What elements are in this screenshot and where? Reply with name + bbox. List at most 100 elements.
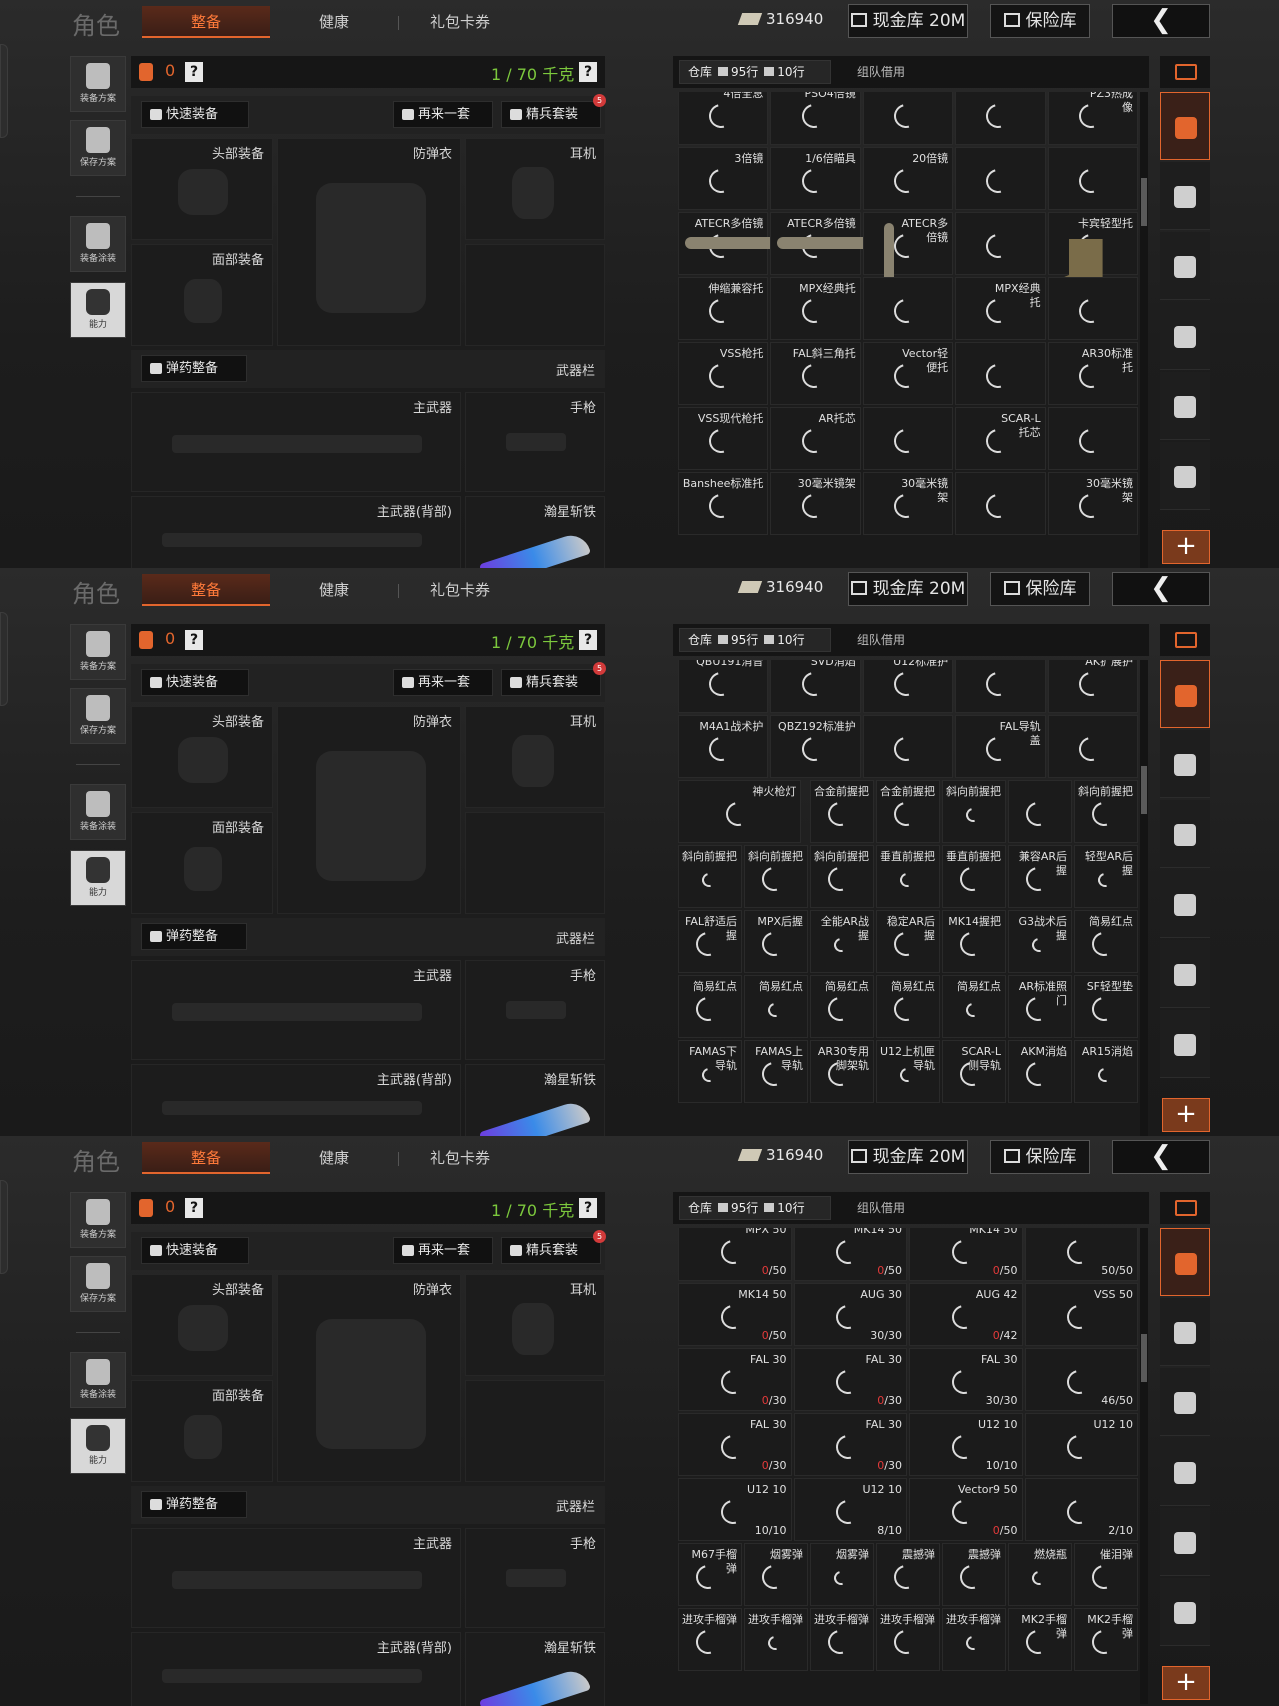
warehouse-item[interactable]: AR30专用 脚架轨	[810, 1040, 874, 1103]
warehouse-tab[interactable]: 仓库 95行 10行	[679, 60, 831, 84]
back-button[interactable]: ❮	[1112, 1140, 1210, 1174]
warehouse-tab[interactable]: 仓库 95行 10行	[679, 628, 831, 652]
warehouse-item[interactable]: 催泪弹	[1074, 1543, 1138, 1606]
ability-button[interactable]: 能力	[70, 850, 126, 906]
sort-button[interactable]	[1160, 624, 1210, 656]
help-icon[interactable]: ?	[185, 1198, 203, 1218]
warehouse-item[interactable]: VSS 50	[1024, 1283, 1138, 1346]
skin-button[interactable]: 装备涂装	[70, 784, 126, 840]
warehouse-item[interactable]: U12标准护	[862, 660, 954, 713]
category-tab-armor[interactable]	[1160, 1578, 1210, 1646]
warehouse-item[interactable]: 烟雾弹	[744, 1543, 808, 1606]
category-tab-magazine[interactable]	[1160, 1438, 1210, 1506]
tab-health[interactable]: 健康	[270, 6, 398, 38]
warehouse-item[interactable]: 伸缩兼容托	[678, 277, 769, 340]
warehouse-item[interactable]	[1047, 147, 1138, 210]
loadout-plan-button[interactable]: 装备方案	[70, 56, 126, 112]
warehouse-item[interactable]: SF轻型垫	[1074, 975, 1138, 1038]
warehouse-item[interactable]: MK14 50 0/50	[793, 1228, 907, 1281]
add-category-button[interactable]: +	[1162, 530, 1210, 564]
ear-slot[interactable]: 耳机	[465, 1274, 605, 1376]
warehouse-tab[interactable]: 仓库 95行 10行	[679, 1196, 831, 1220]
warehouse-item[interactable]: FAL舒适后 握	[678, 910, 742, 973]
face-slot[interactable]: 面部装备	[131, 244, 273, 346]
warehouse-item[interactable]	[955, 147, 1046, 210]
warehouse-item[interactable]	[955, 342, 1046, 405]
warehouse-item[interactable]: FAL 30 0/30	[678, 1348, 792, 1411]
weight-help-icon[interactable]: ?	[579, 62, 597, 82]
warehouse-item[interactable]: FAL导轨 盖	[955, 715, 1046, 778]
warehouse-item[interactable]: 垂直前握把	[942, 845, 1006, 908]
scroll-thumb[interactable]	[1141, 766, 1147, 814]
quick-equip-button[interactable]: 快速装备	[141, 669, 249, 696]
warehouse-item[interactable]	[1047, 715, 1138, 778]
category-tab-backpack[interactable]	[1160, 92, 1210, 160]
warehouse-item[interactable]: ATECR多倍镜	[770, 212, 886, 275]
warehouse-item[interactable]: MK14握把	[942, 910, 1006, 973]
warehouse-item[interactable]: FAMAS下 导轨	[678, 1040, 742, 1103]
category-tab-rifle[interactable]	[1160, 1368, 1210, 1436]
ability-button[interactable]: 能力	[70, 282, 126, 338]
warehouse-item[interactable]: 进攻手榴弹	[678, 1608, 742, 1671]
primary-back-slot[interactable]: 主武器(背部)	[131, 1632, 461, 1706]
face-slot[interactable]: 面部装备	[131, 1380, 273, 1482]
head-slot[interactable]: 头部装备	[131, 706, 273, 808]
category-tab-helmet[interactable]	[1160, 1298, 1210, 1366]
warehouse-item[interactable]: 20倍镜	[862, 147, 954, 210]
warehouse-scrollbar[interactable]	[1140, 1228, 1148, 1704]
armor-slot[interactable]: 防弹衣	[277, 138, 461, 346]
warehouse-item[interactable]: MPX后握	[744, 910, 808, 973]
warehouse-item[interactable]	[955, 212, 1046, 275]
warehouse-item[interactable]: AR15消焰	[1074, 1040, 1138, 1103]
warehouse-item[interactable]: U12 10 10/10	[678, 1478, 792, 1541]
category-tab-backpack[interactable]	[1160, 660, 1210, 728]
help-icon[interactable]: ?	[185, 62, 203, 82]
tab-gift-coupons[interactable]: 礼包卡券	[398, 574, 522, 606]
weight-help-icon[interactable]: ?	[579, 1198, 597, 1218]
warehouse-item[interactable]: Vector9 50 0/50	[909, 1478, 1023, 1541]
warehouse-item[interactable]: MK14 50 0/50	[678, 1283, 792, 1346]
warehouse-item[interactable]: M67手榴 弹	[678, 1543, 742, 1606]
warehouse-item[interactable]: PZ3热成 像	[1047, 92, 1138, 145]
warehouse-item[interactable]: 简易红点	[810, 975, 874, 1038]
pistol-slot[interactable]: 手枪	[465, 392, 605, 492]
head-slot[interactable]: 头部装备	[131, 138, 273, 240]
ear-slot[interactable]: 耳机	[465, 138, 605, 240]
back-button[interactable]: ❮	[1112, 4, 1210, 38]
warehouse-item[interactable]: 稳定AR后 握	[876, 910, 940, 973]
warehouse-item[interactable]: 合金前握把	[810, 780, 874, 843]
melee-slot[interactable]: 瀚星斩铁	[465, 496, 605, 568]
warehouse-item[interactable]: Banshee标准托	[678, 472, 769, 535]
pistol-slot[interactable]: 手枪	[465, 960, 605, 1060]
tab-loadout[interactable]: 整备	[142, 574, 270, 606]
warehouse-item[interactable]: 卡宾轻型托	[1047, 212, 1138, 299]
warehouse-item[interactable]: 3倍镜	[678, 147, 769, 210]
warehouse-item[interactable]	[862, 715, 954, 778]
elite-set-button[interactable]: 精兵套装 5	[501, 1230, 606, 1264]
warehouse-item[interactable]: MK14 50 0/50	[909, 1228, 1023, 1281]
warehouse-item[interactable]: AR托芯	[770, 407, 861, 470]
tab-health[interactable]: 健康	[270, 1142, 398, 1174]
warehouse-item[interactable]: QBZ192标准护	[770, 715, 861, 778]
save-plan-button[interactable]: 保存方案	[70, 120, 126, 176]
warehouse-item[interactable]: 简易红点	[678, 975, 742, 1038]
scroll-thumb[interactable]	[1141, 178, 1147, 226]
warehouse-item[interactable]	[1047, 277, 1138, 340]
warehouse-item[interactable]: 兼容AR后 握	[1008, 845, 1072, 908]
warehouse-item[interactable]	[862, 277, 954, 340]
category-tab-bullet[interactable]	[1160, 372, 1210, 440]
tab-gift-coupons[interactable]: 礼包卡券	[398, 6, 522, 38]
pistol-slot[interactable]: 手枪	[465, 1528, 605, 1628]
warehouse-item[interactable]	[955, 472, 1046, 535]
tab-gift-coupons[interactable]: 礼包卡券	[398, 1142, 522, 1174]
scroll-thumb[interactable]	[1141, 1334, 1147, 1382]
warehouse-item[interactable]: AKM消焰	[1008, 1040, 1072, 1103]
left-drawer-handle[interactable]	[0, 612, 8, 706]
tab-loadout[interactable]: 整备	[142, 6, 270, 38]
warehouse-item[interactable]: G3战术后 握	[1008, 910, 1072, 973]
warehouse-item[interactable]: FAMAS上 导轨	[744, 1040, 808, 1103]
ear-slot[interactable]: 耳机	[465, 706, 605, 808]
quick-equip-button[interactable]: 快速装备	[141, 101, 249, 128]
category-tab-bullet[interactable]	[1160, 940, 1210, 1008]
warehouse-item[interactable]: MK2手榴 弹	[1008, 1608, 1072, 1671]
